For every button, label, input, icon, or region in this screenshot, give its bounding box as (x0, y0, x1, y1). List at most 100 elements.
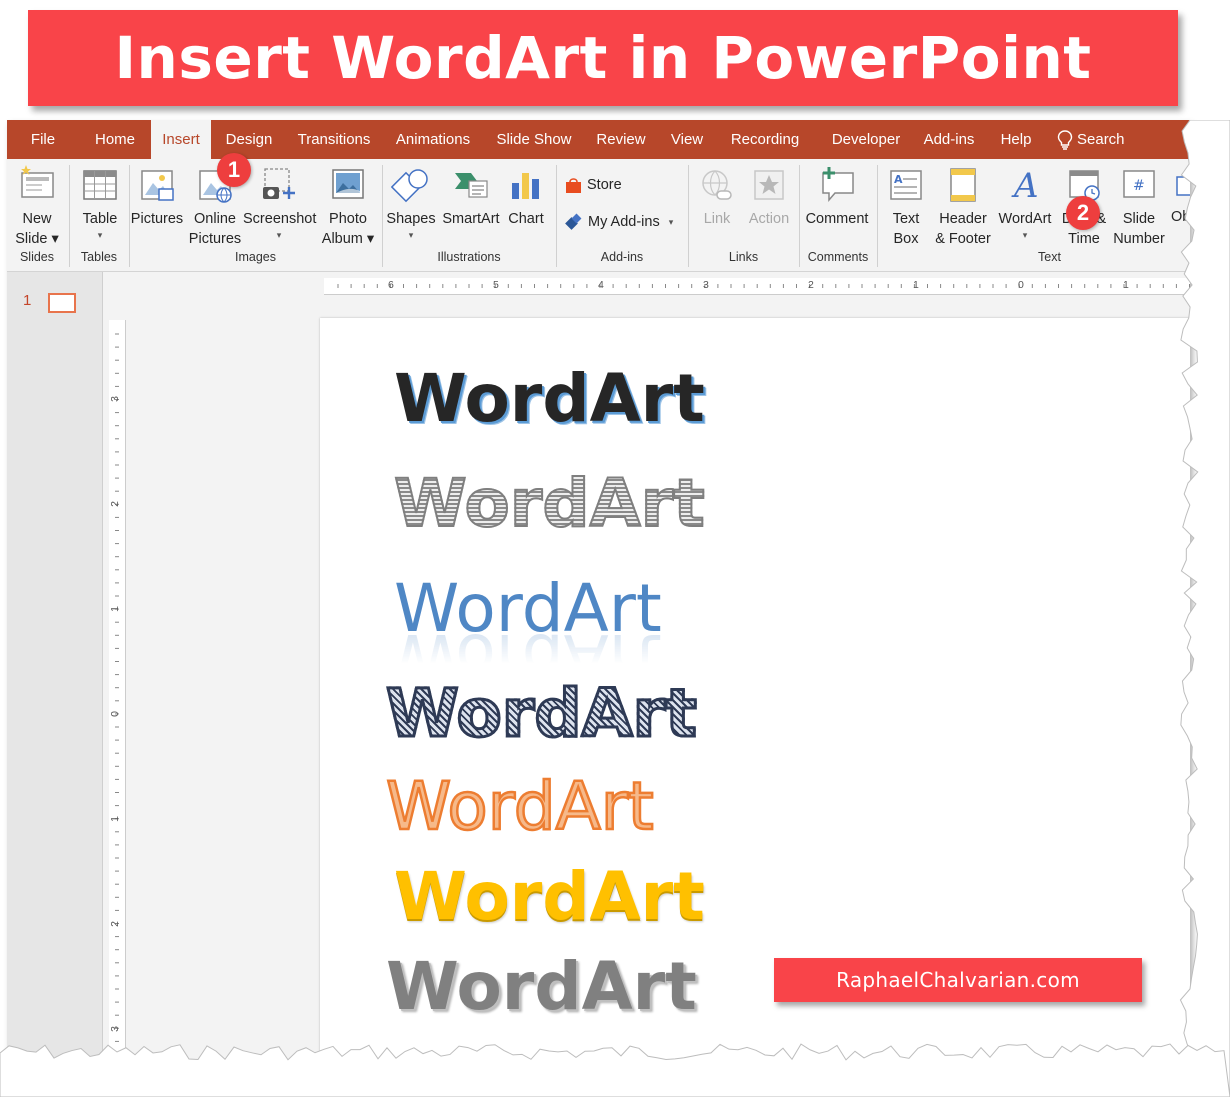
my-add-ins-button[interactable]: My Add-ins ▾ (565, 212, 683, 232)
slide-number-label-2: Number (1113, 231, 1165, 247)
tab-animations[interactable]: Animations (388, 120, 478, 159)
tab-search[interactable]: Search (1057, 120, 1147, 159)
vertical-ruler-ticks (115, 333, 119, 1055)
tab-add-ins[interactable]: Add-ins (917, 120, 981, 159)
lightbulb-icon (1057, 129, 1073, 150)
callout-badge-2: 2 (1066, 196, 1100, 230)
text-box-label-1: Text (892, 211, 920, 227)
screenshot-button[interactable]: Screenshot ▾ (243, 163, 316, 241)
date-time-label-2: Time (1068, 231, 1100, 247)
vruler-num: 3 (108, 396, 121, 402)
chart-label: Chart (508, 211, 544, 227)
pictures-button[interactable]: Pictures (129, 163, 185, 229)
text-box-icon: A (890, 170, 922, 200)
hruler-num: 1 (913, 279, 919, 291)
tab-view[interactable]: View (663, 120, 711, 159)
group-label-text: Text (1038, 250, 1061, 264)
photo-album-button[interactable]: Photo Album ▾ (317, 163, 379, 249)
shapes-button[interactable]: Shapes ▾ (384, 163, 438, 241)
pictures-icon (141, 170, 174, 201)
my-add-ins-label: My Add-ins (588, 214, 660, 230)
smartart-icon (455, 173, 488, 198)
header-footer-button[interactable]: Header & Footer (931, 163, 995, 249)
ribbon-tab-bar: File Home Insert Design Transitions Anim… (7, 120, 1190, 159)
slide-number-icon: # (1123, 170, 1155, 198)
tab-home[interactable]: Home (85, 120, 145, 159)
slide-thumbnail-number: 1 (23, 292, 32, 309)
chart-button[interactable]: Chart (503, 163, 549, 229)
slide-number-button[interactable]: # Slide Number (1109, 163, 1169, 249)
wordart-gold[interactable]: WordArt (394, 864, 705, 930)
my-add-ins-caret: ▾ (668, 217, 674, 227)
new-slide-icon (21, 165, 54, 198)
slide-number-label-1: Slide (1122, 211, 1156, 227)
link-icon (702, 170, 732, 200)
store-button[interactable]: Store (565, 175, 645, 195)
hruler-num: 0 (1018, 279, 1024, 291)
table-dropdown-caret: ▾ (97, 230, 103, 240)
slide-thumbnail[interactable] (48, 293, 76, 313)
wordart-gray-striped[interactable]: WordArt (393, 470, 706, 538)
shapes-icon (391, 169, 428, 203)
smartart-button[interactable]: SmartArt (439, 163, 503, 229)
photo-album-label-1: Photo (329, 211, 367, 227)
tab-developer[interactable]: Developer (819, 120, 913, 159)
action-button[interactable]: Action (743, 163, 795, 229)
wordart-icon: A (1011, 166, 1039, 206)
wordart-gray-shadow[interactable]: WordArt (386, 954, 697, 1020)
vruler-num: 0 (108, 711, 121, 717)
group-label-slides: Slides (19, 250, 55, 264)
shapes-label: Shapes (386, 211, 436, 227)
header-footer-label-1: Header (939, 211, 987, 227)
wordart-orange-outline[interactable]: WordArt (385, 772, 655, 841)
group-label-images: Images (235, 250, 276, 264)
group-label-comments: Comments (807, 250, 869, 264)
comment-button[interactable]: Comment (801, 163, 873, 229)
tab-insert[interactable]: Insert (151, 120, 211, 159)
wordart-dropdown-caret: ▾ (1022, 230, 1028, 240)
tab-recording[interactable]: Recording (722, 120, 808, 159)
table-button[interactable]: Table ▾ (73, 163, 127, 241)
online-pictures-label-2: Pictures (188, 231, 242, 247)
hruler-num: 5 (493, 279, 499, 291)
wordart-button[interactable]: A WordArt ▾ (995, 163, 1055, 241)
text-box-button[interactable]: A Text Box (879, 163, 933, 249)
hruler-num: 1 (1123, 279, 1129, 291)
group-label-tables: Tables (80, 250, 118, 264)
tab-transitions[interactable]: Transitions (291, 120, 377, 159)
vruler-num: 1 (108, 816, 121, 822)
wordart-label: WordArt (998, 211, 1052, 227)
torn-edge-right (1179, 120, 1230, 1097)
action-star-icon (754, 170, 784, 200)
photo-album-icon (332, 169, 364, 199)
chart-icon (512, 173, 539, 199)
hruler-num: 2 (808, 279, 814, 291)
hruler-num: 4 (598, 279, 604, 291)
svg-text:A: A (1011, 166, 1039, 206)
text-box-label-2: Box (893, 231, 919, 247)
tab-file[interactable]: File (15, 120, 71, 159)
group-label-links: Links (728, 250, 759, 264)
svg-text:A: A (894, 173, 903, 186)
slide-canvas[interactable]: WordArt WordArt WordArt WordArt WordArt … (320, 318, 1190, 1065)
powerpoint-window: File Home Insert Design Transitions Anim… (7, 120, 1190, 1065)
callout-badge-1: 1 (217, 153, 251, 187)
new-slide-button[interactable]: New Slide ▾ (10, 163, 64, 249)
website-badge: RaphaelChalvarian.com (774, 958, 1142, 1002)
horizontal-ruler: 6 5 4 3 2 1 0 1 (324, 278, 1190, 295)
insert-ribbon: New Slide ▾ Table ▾ Pictures Online Pict… (7, 159, 1190, 272)
tab-help[interactable]: Help (992, 120, 1040, 159)
banner-title: Insert WordArt in PowerPoint (114, 24, 1092, 92)
wordart-dark-outline[interactable]: WordArt (394, 366, 705, 432)
link-button[interactable]: Link (692, 163, 742, 229)
header-footer-label-2: & Footer (935, 231, 991, 247)
wordart-navy-hatched[interactable]: WordArt (385, 679, 699, 748)
screenshot-icon (263, 168, 295, 199)
horizontal-ruler-ticks (337, 284, 1190, 288)
tab-review[interactable]: Review (591, 120, 651, 159)
comment-label: Comment (805, 211, 869, 227)
tab-slide-show[interactable]: Slide Show (490, 120, 578, 159)
smartart-label: SmartArt (442, 211, 500, 227)
vruler-num: 2 (108, 501, 121, 507)
store-icon (566, 177, 581, 193)
